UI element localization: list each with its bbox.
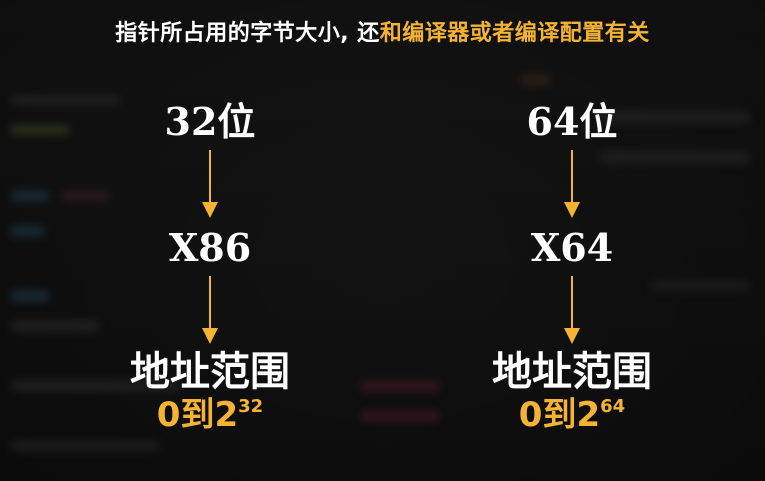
background-blur-shape [10, 440, 160, 452]
background-blur-shape [10, 125, 70, 135]
arch-name-label: X64 [530, 225, 614, 270]
range-prefix: 0到2 [518, 395, 601, 435]
title-white-text: 指针所占用的字节大小, 还 [115, 21, 380, 46]
arch-name-label: X86 [168, 225, 252, 270]
address-range-label: 地址范围 [130, 349, 290, 395]
address-range-value: 0到264 [518, 395, 626, 435]
slide-title: 指针所占用的字节大小, 还和编译器或者编译配置有关 [0, 0, 765, 62]
column-64bit: 64位 X64 地址范围 0到264 [442, 99, 702, 435]
arrow-down-icon [202, 276, 218, 344]
background-blur-shape [360, 410, 440, 422]
arrow-down-icon [564, 276, 580, 344]
arch-bits-label: 32位 [164, 99, 256, 144]
arrow-down-icon [202, 150, 218, 218]
title-accent-text: 和编译器或者编译配置有关 [379, 21, 650, 46]
background-blur-shape [360, 380, 440, 392]
arch-bits-label: 64位 [526, 99, 618, 144]
background-blur-shape [10, 290, 50, 302]
range-prefix: 0到2 [156, 395, 239, 435]
range-exponent: 32 [238, 396, 264, 417]
background-blur-shape [10, 190, 50, 202]
address-range-label: 地址范围 [492, 349, 652, 395]
background-blur-shape [520, 75, 550, 85]
arrow-down-icon [564, 150, 580, 218]
range-exponent: 64 [600, 396, 626, 417]
address-range-value: 0到232 [156, 395, 264, 435]
column-32bit: 32位 X86 地址范围 0到232 [80, 99, 340, 435]
background-blur-shape [10, 225, 45, 237]
